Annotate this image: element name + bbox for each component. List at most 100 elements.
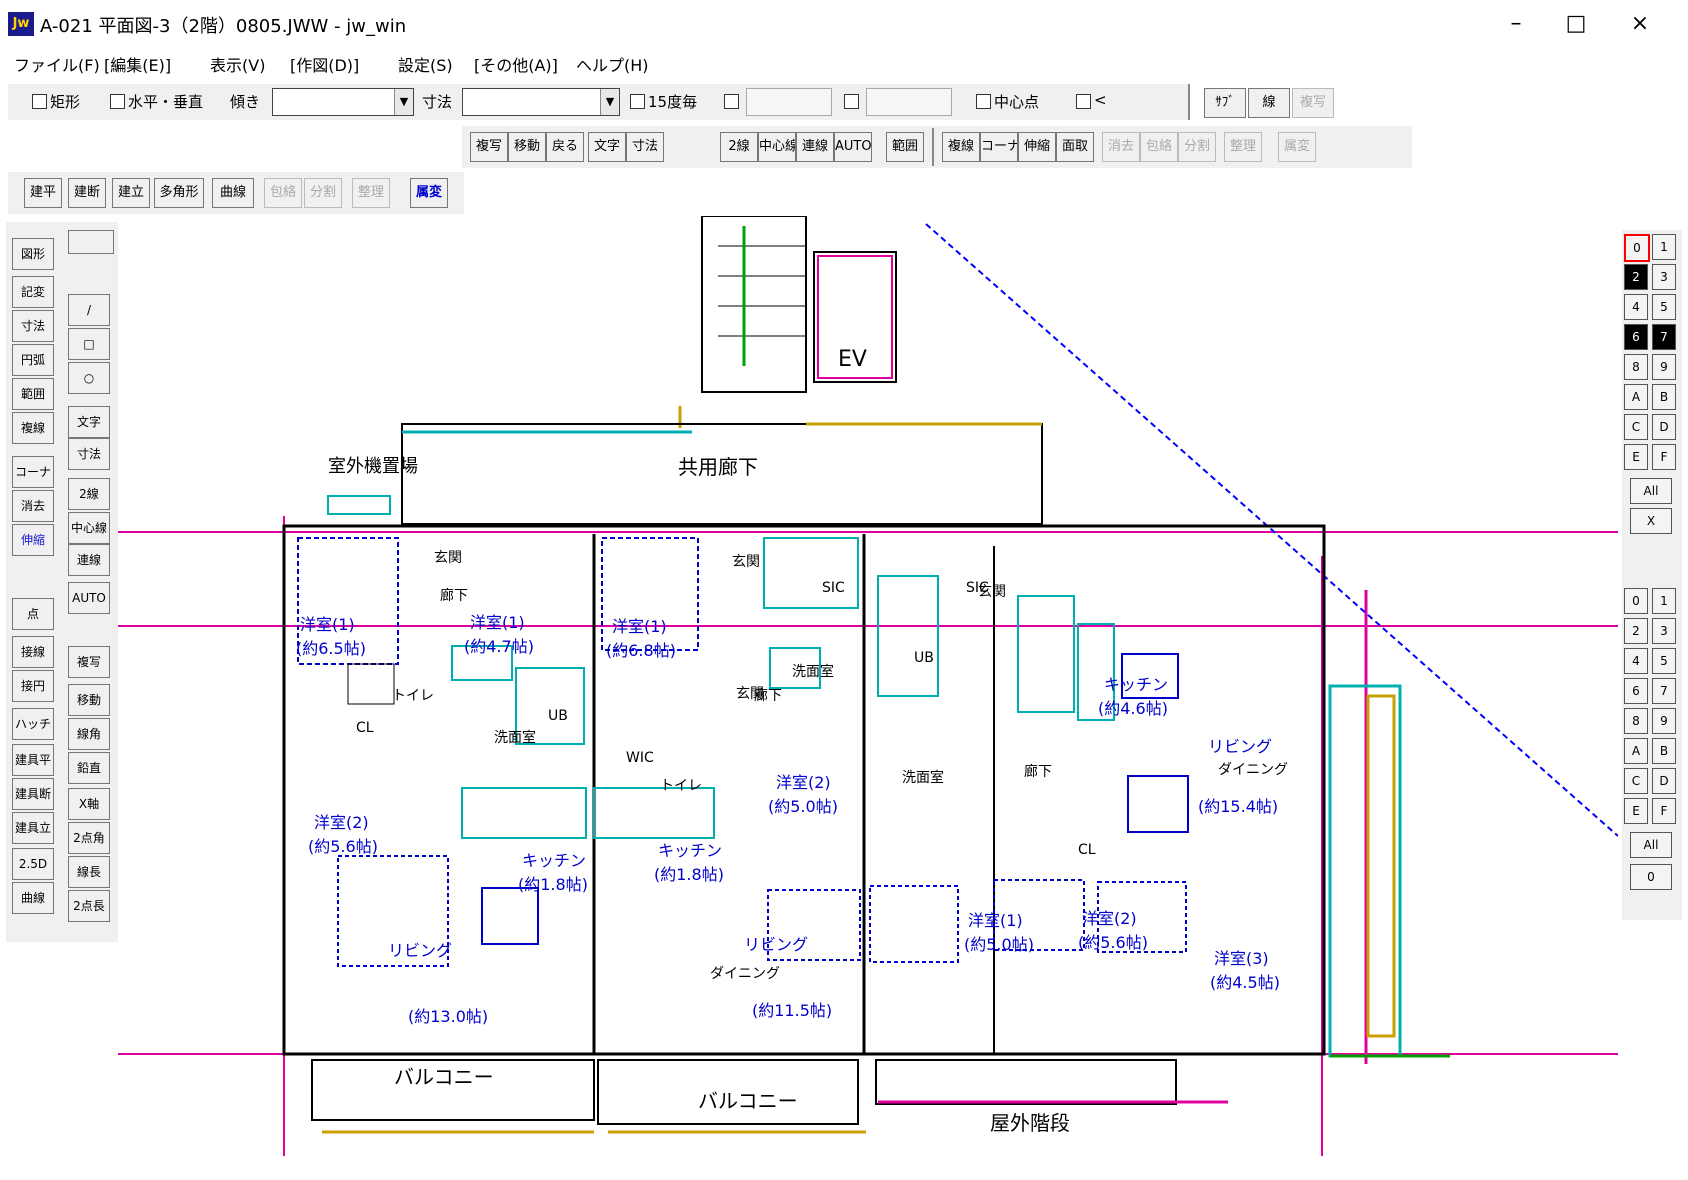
toolbar3-button-4[interactable]: 曲線 (212, 178, 254, 208)
hv-checkbox[interactable] (110, 94, 125, 109)
toolbar3-button-1[interactable]: 建断 (68, 178, 106, 208)
left-tool-a-0[interactable]: 図形 (12, 238, 54, 270)
rect-checkbox[interactable] (32, 94, 47, 109)
left-tool-a-5[interactable]: 複線 (12, 412, 54, 444)
drawing-canvas[interactable]: EV 共用廊下 室外機置場 バルコニー バルコニー 屋外階段 洋室(1) (約6… (118, 216, 1618, 1160)
group-7-button[interactable]: 7 (1652, 678, 1676, 704)
sub-button[interactable]: ｻﾌﾞ (1204, 88, 1246, 118)
layer-a-button[interactable]: A (1624, 384, 1648, 410)
left-tool-a-11[interactable]: 接線 (12, 636, 54, 668)
toolbar2-button-8[interactable]: AUTO (834, 132, 872, 162)
layer-2-button[interactable]: 2 (1624, 264, 1648, 290)
group-1-button[interactable]: 1 (1652, 588, 1676, 614)
toolbar2-button-6[interactable]: 中心線 (758, 132, 796, 162)
toolbar2-button-12[interactable]: 伸縮 (1018, 132, 1056, 162)
toolbar2-button-13[interactable]: 面取 (1056, 132, 1094, 162)
toolbar3-button-8[interactable]: 属変 (410, 178, 448, 208)
menu-file[interactable]: ファイル(F) (10, 50, 104, 78)
left-tool-a-18[interactable]: 曲線 (12, 882, 54, 914)
layer-7-button[interactable]: 7 (1652, 324, 1676, 350)
chevron-down-icon[interactable]: ▼ (600, 89, 619, 115)
layer-1-button[interactable]: 1 (1652, 234, 1676, 260)
toolbar2-button-0[interactable]: 複写 (470, 132, 508, 162)
toolbar3-button-5[interactable]: 包絡 (264, 178, 302, 208)
layer-e-button[interactable]: E (1624, 444, 1648, 470)
left-tool-a-4[interactable]: 範囲 (12, 378, 54, 410)
group-e-button[interactable]: E (1624, 798, 1648, 824)
left-tool-b-2[interactable]: ○ (68, 362, 110, 394)
toolbar3-button-6[interactable]: 分割 (304, 178, 342, 208)
left-tool-a-3[interactable]: 円弧 (12, 344, 54, 376)
left-tool-a-1[interactable]: 記変 (12, 276, 54, 308)
toolbar2-button-11[interactable]: コーナー (980, 132, 1018, 162)
toolbar2-button-15[interactable]: 包絡 (1140, 132, 1178, 162)
layer-8-button[interactable]: 8 (1624, 354, 1648, 380)
group-8-button[interactable]: 8 (1624, 708, 1648, 734)
left-tool-b-15[interactable]: 線長 (68, 856, 110, 888)
left-tool-b-12[interactable]: 鉛直 (68, 752, 110, 784)
chevron-down-icon[interactable]: ▼ (394, 89, 413, 115)
left-tool-a-6[interactable]: コーナー (12, 456, 54, 509)
left-tool-b-3[interactable]: 文字 (68, 406, 110, 438)
group-zero-button[interactable]: 0 (1630, 864, 1672, 890)
group-4-button[interactable]: 4 (1624, 648, 1648, 674)
maximize-button[interactable]: □ (1556, 8, 1596, 40)
group-2-button[interactable]: 2 (1624, 618, 1648, 644)
left-tool-b-4[interactable]: 寸法 (68, 438, 110, 470)
toolbar3-button-0[interactable]: 建平 (24, 178, 62, 208)
toolbar2-button-18[interactable]: 属変 (1278, 132, 1316, 162)
left-tool-a-14[interactable]: 建具平 (12, 744, 54, 776)
left-tool-a-16[interactable]: 建具立 (12, 812, 54, 844)
group-all-button[interactable]: All (1630, 832, 1672, 858)
menu-other[interactable]: [その他(A)] (470, 50, 562, 78)
toolbar2-button-4[interactable]: 寸法 (626, 132, 664, 162)
left-tool-b-5[interactable]: 2線 (68, 478, 110, 510)
copy-button[interactable]: 複写 (1292, 88, 1334, 118)
left-tool-a-8[interactable]: 伸縮 (12, 524, 54, 556)
layer-d-button[interactable]: D (1652, 414, 1676, 440)
line-style-swatch[interactable] (68, 230, 114, 254)
group-b-button[interactable]: B (1652, 738, 1676, 764)
left-tool-b-11[interactable]: 線角 (68, 718, 110, 750)
left-tool-a-7[interactable]: 消去 (12, 490, 54, 522)
layer-4-button[interactable]: 4 (1624, 294, 1648, 320)
left-tool-b-14[interactable]: 2点角 (68, 822, 110, 854)
left-tool-a-12[interactable]: 接円 (12, 670, 54, 702)
toolbar2-button-16[interactable]: 分割 (1178, 132, 1216, 162)
group-6-button[interactable]: 6 (1624, 678, 1648, 704)
left-tool-b-9[interactable]: 複写 (68, 646, 110, 678)
menu-draw[interactable]: [作図(D)] (286, 50, 363, 78)
center-checkbox[interactable] (976, 94, 991, 109)
group-a-button[interactable]: A (1624, 738, 1648, 764)
left-tool-b-7[interactable]: 連線 (68, 544, 110, 576)
left-tool-b-1[interactable]: □ (68, 328, 110, 360)
group-5-button[interactable]: 5 (1652, 648, 1676, 674)
toolbar2-button-14[interactable]: 消去 (1102, 132, 1140, 162)
option-b-field[interactable] (866, 88, 952, 116)
toolbar2-button-7[interactable]: 連線 (796, 132, 834, 162)
layer-x-button[interactable]: X (1630, 508, 1672, 534)
group-9-button[interactable]: 9 (1652, 708, 1676, 734)
group-c-button[interactable]: C (1624, 768, 1648, 794)
left-tool-a-2[interactable]: 寸法 (12, 310, 54, 342)
menu-help[interactable]: ヘルプ(H) (572, 50, 653, 78)
option-b-checkbox[interactable] (844, 94, 859, 109)
toolbar2-button-5[interactable]: 2線 (720, 132, 758, 162)
layer-f-button[interactable]: F (1652, 444, 1676, 470)
layer-5-button[interactable]: 5 (1652, 294, 1676, 320)
left-tool-a-10[interactable]: 点 (12, 598, 54, 630)
left-tool-b-8[interactable]: AUTO (68, 582, 110, 614)
left-tool-b-0[interactable]: / (68, 294, 110, 326)
left-tool-b-16[interactable]: 2点長 (68, 890, 110, 922)
group-d-button[interactable]: D (1652, 768, 1676, 794)
left-tool-b-13[interactable]: X軸 (68, 788, 110, 820)
menu-edit[interactable]: [編集(E)] (100, 50, 175, 78)
toolbar2-button-10[interactable]: 複線 (942, 132, 980, 162)
toolbar3-button-7[interactable]: 整理 (352, 178, 390, 208)
toolbar2-button-9[interactable]: 範囲 (886, 132, 924, 162)
group-0-button[interactable]: 0 (1624, 588, 1648, 614)
menu-settings[interactable]: 設定(S) (394, 50, 457, 78)
dim-combo[interactable]: ▼ (462, 88, 620, 116)
toolbar2-button-3[interactable]: 文字 (588, 132, 626, 162)
option-a-checkbox[interactable] (724, 94, 739, 109)
